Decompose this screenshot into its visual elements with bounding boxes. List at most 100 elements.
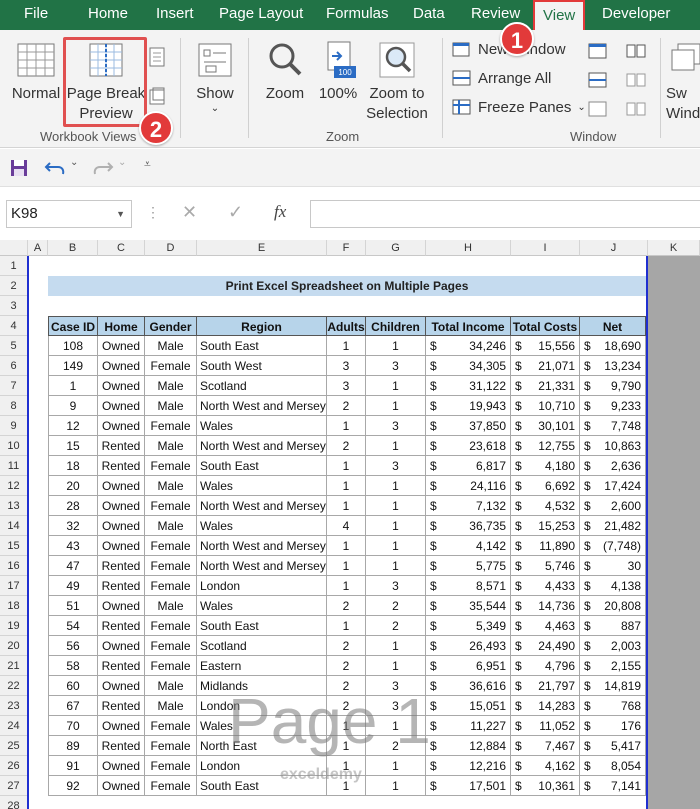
- name-box[interactable]: K98 ▼: [6, 200, 132, 228]
- row-header-10[interactable]: 10: [0, 436, 28, 456]
- row-header-18[interactable]: 18: [0, 596, 28, 616]
- customize-qat-icon[interactable]: ⩡: [144, 157, 151, 172]
- show-icon: [198, 43, 232, 77]
- zoom-100-icon: 100: [327, 41, 356, 78]
- zoom-to-selection-button[interactable]: Zoom to Selection: [362, 40, 432, 124]
- row-header-2[interactable]: 2: [0, 276, 28, 296]
- enter-icon[interactable]: ✓: [228, 202, 243, 223]
- tab-insert[interactable]: Insert: [156, 0, 194, 30]
- switch-windows-button[interactable]: Sw Wind: [666, 40, 700, 124]
- tab-developer[interactable]: Developer: [602, 0, 670, 30]
- normal-view-button[interactable]: Normal: [10, 40, 62, 104]
- row-header-12[interactable]: 12: [0, 476, 28, 496]
- row-header-21[interactable]: 21: [0, 656, 28, 676]
- row-header-6[interactable]: 6: [0, 356, 28, 376]
- row-header-13[interactable]: 13: [0, 496, 28, 516]
- row-header-27[interactable]: 27: [0, 776, 28, 796]
- reset-window-position-icon[interactable]: [626, 100, 646, 118]
- row-header-14[interactable]: 14: [0, 516, 28, 536]
- chevron-down-icon: ⌄: [577, 101, 586, 113]
- switch-windows-label-1: Sw: [666, 85, 687, 102]
- column-header-c[interactable]: C: [98, 240, 145, 256]
- tab-formulas[interactable]: Formulas: [326, 0, 389, 30]
- column-header-a[interactable]: A: [28, 240, 48, 256]
- arrange-all-icon: [452, 70, 471, 86]
- redo-icon[interactable]: [92, 159, 114, 177]
- save-icon[interactable]: [10, 159, 28, 177]
- ribbon-separator: [248, 38, 249, 138]
- tab-data[interactable]: Data: [413, 0, 445, 30]
- drag-handle-icon[interactable]: ⋮: [146, 204, 160, 221]
- row-header-23[interactable]: 23: [0, 696, 28, 716]
- view-side-by-side-icon[interactable]: [626, 42, 646, 60]
- callout-2: 2: [139, 111, 173, 145]
- tab-home[interactable]: Home: [88, 0, 128, 30]
- zoom-button[interactable]: Zoom: [260, 40, 310, 104]
- name-box-value: K98: [11, 205, 38, 222]
- page-break-border: [27, 256, 648, 809]
- chevron-down-icon[interactable]: ⌄: [70, 157, 78, 168]
- row-header-25[interactable]: 25: [0, 736, 28, 756]
- window-group-label: Window: [570, 129, 617, 144]
- tab-page-layout[interactable]: Page Layout: [219, 0, 303, 30]
- freeze-panes-button[interactable]: Freeze Panes ⌄: [452, 98, 586, 116]
- show-button[interactable]: Show ⌄: [192, 40, 238, 114]
- column-header-f[interactable]: F: [327, 240, 366, 256]
- row-header-20[interactable]: 20: [0, 636, 28, 656]
- row-header-3[interactable]: 3: [0, 296, 28, 316]
- cancel-icon[interactable]: ✕: [182, 202, 197, 223]
- workbook-views-group-label: Workbook Views: [40, 129, 137, 144]
- row-header-8[interactable]: 8: [0, 396, 28, 416]
- column-header-k[interactable]: K: [648, 240, 700, 256]
- tab-view[interactable]: View: [533, 0, 586, 30]
- page-layout-icon[interactable]: [148, 46, 166, 68]
- row-header-1[interactable]: 1: [0, 256, 28, 276]
- ribbon-separator: [660, 38, 661, 138]
- row-header-26[interactable]: 26: [0, 756, 28, 776]
- row-header-15[interactable]: 15: [0, 536, 28, 556]
- row-header-17[interactable]: 17: [0, 576, 28, 596]
- zoom-selection-label-1: Zoom to: [369, 85, 425, 102]
- zoom-selection-icon: [379, 42, 415, 78]
- ribbon-tab-bar: File Home Insert Page Layout Formulas Da…: [0, 0, 700, 30]
- column-header-d[interactable]: D: [145, 240, 197, 256]
- tab-file[interactable]: File: [24, 0, 48, 30]
- split-icon[interactable]: [588, 42, 608, 60]
- undo-icon[interactable]: [44, 159, 66, 177]
- zoom-100-button[interactable]: 100 100%: [316, 40, 360, 104]
- row-header-16[interactable]: 16: [0, 556, 28, 576]
- row-header-7[interactable]: 7: [0, 376, 28, 396]
- exceldemy-logo: exceldemy: [280, 766, 362, 783]
- column-header-h[interactable]: H: [426, 240, 511, 256]
- hide-icon[interactable]: [588, 71, 608, 89]
- quick-access-toolbar: ⌄ ⌄ ⩡: [0, 149, 700, 187]
- select-all-corner[interactable]: [0, 240, 28, 256]
- switch-windows-icon: [671, 43, 700, 71]
- row-header-24[interactable]: 24: [0, 716, 28, 736]
- column-header-i[interactable]: I: [511, 240, 580, 256]
- synchronous-scrolling-icon[interactable]: [626, 71, 646, 89]
- custom-views-icon[interactable]: [148, 86, 166, 108]
- grid-icon: [17, 43, 55, 77]
- formula-input[interactable]: [310, 200, 700, 228]
- arrange-all-button[interactable]: Arrange All: [452, 69, 551, 87]
- row-header-4[interactable]: 4: [0, 316, 28, 336]
- chevron-down-icon: ⌄: [210, 103, 220, 114]
- svg-text:100: 100: [338, 68, 352, 77]
- column-header-e[interactable]: E: [197, 240, 327, 256]
- insert-function-icon[interactable]: fx: [274, 202, 286, 222]
- column-header-g[interactable]: G: [366, 240, 426, 256]
- unhide-icon[interactable]: [588, 100, 608, 118]
- column-header-j[interactable]: J: [580, 240, 648, 256]
- column-header-b[interactable]: B: [48, 240, 98, 256]
- chevron-down-icon[interactable]: ⌄: [118, 157, 126, 168]
- row-header-9[interactable]: 9: [0, 416, 28, 436]
- row-header-19[interactable]: 19: [0, 616, 28, 636]
- ribbon-separator: [442, 38, 443, 138]
- row-header-5[interactable]: 5: [0, 336, 28, 356]
- magnifier-icon: [269, 43, 302, 76]
- ribbon-separator: [180, 38, 181, 138]
- row-header-28[interactable]: 28: [0, 796, 28, 809]
- row-header-22[interactable]: 22: [0, 676, 28, 696]
- row-header-11[interactable]: 11: [0, 456, 28, 476]
